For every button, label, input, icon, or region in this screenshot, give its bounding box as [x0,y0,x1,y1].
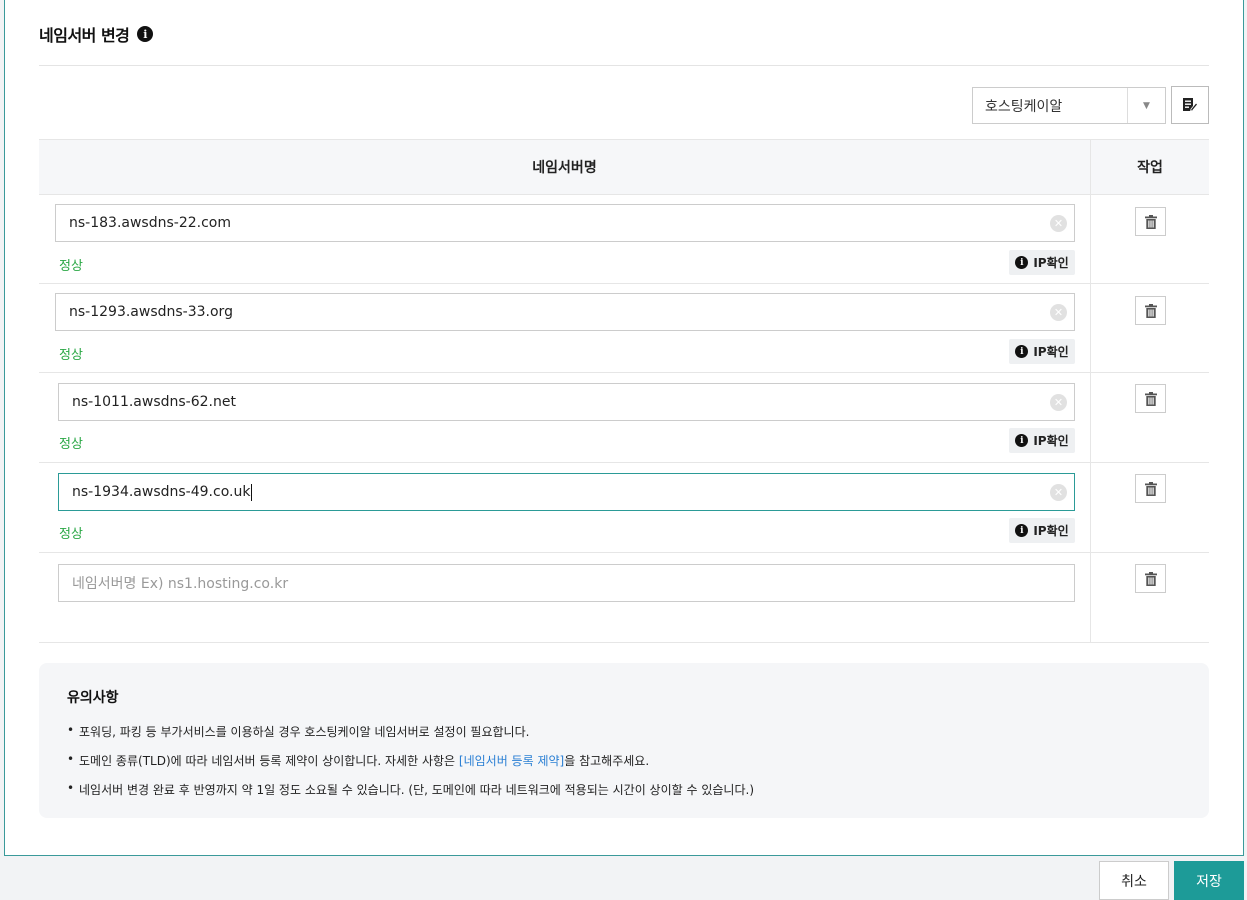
delete-button[interactable] [1135,207,1166,236]
edit-button[interactable] [1171,86,1209,124]
ip-check-label: IP확인 [1033,434,1069,448]
trash-icon [1144,571,1157,586]
clear-icon[interactable]: ✕ [1050,215,1067,232]
nameserver-value: ns-183.awsdns-22.com [69,215,231,231]
notice-text: 도메인 종류(TLD)에 따라 네임서버 등록 제약이 상이합니다. 자세한 사… [79,754,459,768]
ip-check-button[interactable]: i IP확인 [1009,428,1075,453]
row-action [1091,195,1209,283]
ip-check-button[interactable]: i IP확인 [1009,250,1075,275]
column-header-nameserver: 네임서버명 [39,140,1091,194]
hosting-select[interactable]: 호스팅케이알 ▼ [972,87,1166,124]
trash-icon [1144,391,1157,406]
save-button[interactable]: 저장 [1174,861,1244,900]
nameserver-value: ns-1011.awsdns-62.net [72,394,236,410]
cancel-button[interactable]: 취소 [1099,861,1169,900]
nameserver-value: ns-1293.awsdns-33.org [69,304,233,320]
status-text: 정상 [59,437,83,452]
info-icon: i [1015,434,1029,447]
divider [39,65,1209,66]
ip-check-label: IP확인 [1033,345,1069,359]
info-icon[interactable]: i [137,26,154,42]
notice-text: 을 참고해주세요. [564,754,650,768]
notice-title: 유의사항 [67,690,119,706]
clear-icon[interactable]: ✕ [1050,304,1067,321]
row-main: ns-1293.awsdns-33.org ✕ 정상 i IP확인 [39,284,1091,372]
row-main: ns-1011.awsdns-62.net ✕ 정상 i IP확인 [39,373,1091,462]
ip-check-label: IP확인 [1033,524,1069,538]
notice-item: 네임서버 변경 완료 후 반영까지 약 1일 정도 소요될 수 있습니다. (단… [67,781,1181,798]
delete-button[interactable] [1135,296,1166,325]
info-icon: i [1015,524,1029,537]
column-header-action: 작업 [1137,160,1163,176]
info-icon: i [1015,345,1029,358]
nameserver-value: ns-1934.awsdns-49.co.uk [72,484,251,500]
delete-button[interactable] [1135,384,1166,413]
table-row: ns-1934.awsdns-49.co.uk ✕ 정상 i IP확인 [39,463,1209,553]
row-action [1091,463,1209,552]
delete-button[interactable] [1135,564,1166,593]
row-main: 네임서버명 Ex) ns1.hosting.co.kr [39,553,1091,642]
edit-icon [1183,98,1198,112]
notice-box: 유의사항 포워딩, 파킹 등 부가서비스를 이용하실 경우 호스팅케이알 네임서… [39,663,1209,818]
clear-icon[interactable]: ✕ [1050,394,1067,411]
chevron-down-icon: ▼ [1127,88,1165,123]
row-action [1091,284,1209,372]
row-main: ns-183.awsdns-22.com ✕ 정상 i IP확인 [39,195,1091,283]
clear-icon[interactable]: ✕ [1050,484,1067,501]
row-action [1091,373,1209,462]
nameserver-input[interactable]: ns-1011.awsdns-62.net ✕ [58,383,1075,421]
row-main: ns-1934.awsdns-49.co.uk ✕ 정상 i IP확인 [39,463,1091,552]
nameserver-panel: 네임서버 변경 i 호스팅케이알 ▼ 네임서버명 작업 ns-183.awsdn… [4,0,1244,856]
info-icon: i [1015,256,1029,269]
table-header: 네임서버명 작업 [39,139,1209,195]
nameserver-placeholder: 네임서버명 Ex) ns1.hosting.co.kr [72,576,289,592]
nameserver-input[interactable]: ns-1293.awsdns-33.org ✕ [55,293,1075,331]
status-text: 정상 [59,527,83,542]
nameserver-restriction-link[interactable]: [네임서버 등록 제약] [459,754,564,768]
title-row: 네임서버 변경 i [39,22,154,46]
status-text: 정상 [59,259,83,274]
nameserver-input[interactable]: ns-183.awsdns-22.com ✕ [55,204,1075,242]
delete-button[interactable] [1135,474,1166,503]
row-action [1091,553,1209,642]
trash-icon [1144,214,1157,229]
new-nameserver-input[interactable]: 네임서버명 Ex) ns1.hosting.co.kr [58,564,1075,602]
table-row: ns-1293.awsdns-33.org ✕ 정상 i IP확인 [39,284,1209,373]
hosting-select-value: 호스팅케이알 [985,98,1063,115]
trash-icon [1144,481,1157,496]
notice-item: 도메인 종류(TLD)에 따라 네임서버 등록 제약이 상이합니다. 자세한 사… [67,752,1181,769]
status-text: 정상 [59,348,83,363]
ip-check-label: IP확인 [1033,256,1069,270]
page-title: 네임서버 변경 [39,26,130,45]
notice-item: 포워딩, 파킹 등 부가서비스를 이용하실 경우 호스팅케이알 네임서버로 설정… [67,723,1181,740]
trash-icon [1144,303,1157,318]
nameserver-input[interactable]: ns-1934.awsdns-49.co.uk ✕ [58,473,1075,511]
table-row: ns-1011.awsdns-62.net ✕ 정상 i IP확인 [39,373,1209,463]
ip-check-button[interactable]: i IP확인 [1009,339,1075,364]
text-caret [251,483,253,501]
ip-check-button[interactable]: i IP확인 [1009,518,1075,543]
table-row: ns-183.awsdns-22.com ✕ 정상 i IP확인 [39,195,1209,284]
table-row-new: 네임서버명 Ex) ns1.hosting.co.kr [39,553,1209,643]
